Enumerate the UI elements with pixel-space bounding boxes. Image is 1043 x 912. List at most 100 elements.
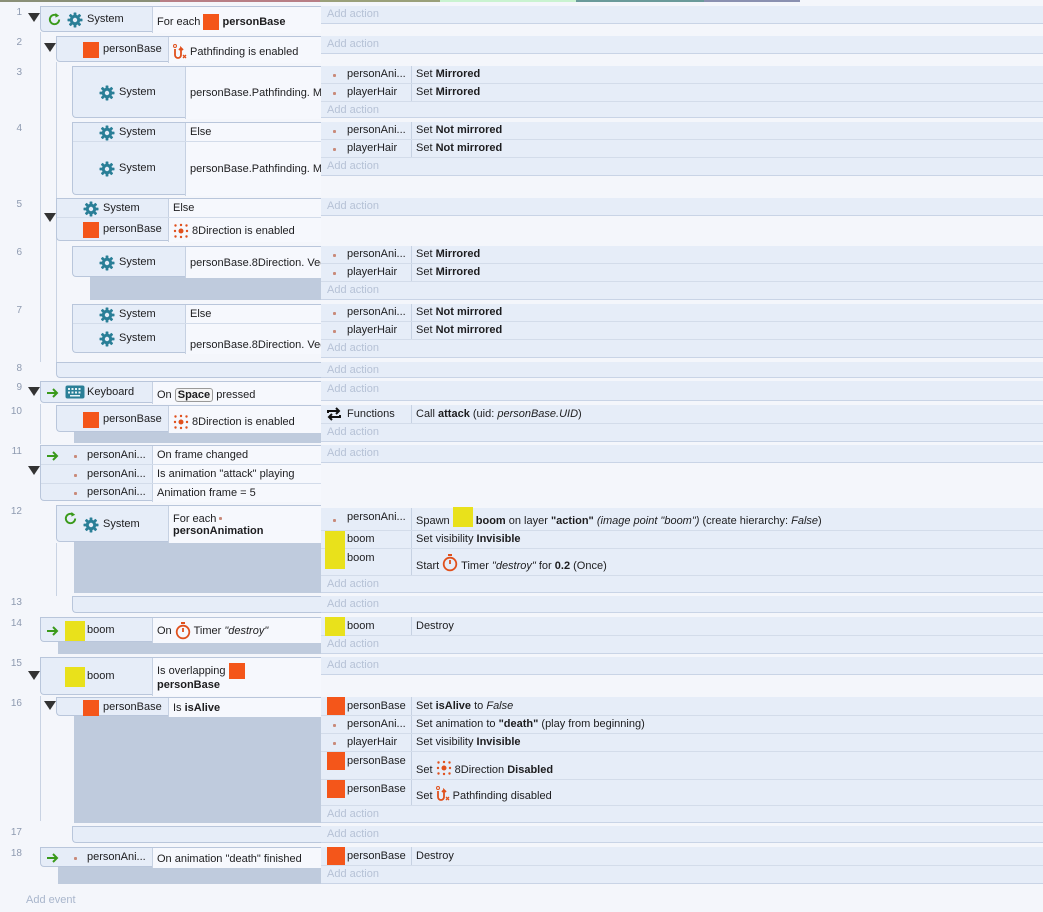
action-text[interactable]: Set visibility Invisible	[416, 734, 521, 751]
action-row[interactable]: playerHair Set visibility Invisible	[321, 734, 1043, 752]
action-row[interactable]: boom Start Timer "destroy" for 0.2 (Once)	[321, 549, 1043, 576]
condition-text[interactable]: personBase.8Direction. VectorX > 1	[185, 324, 365, 354]
action-row[interactable]: personAni... Set Mirrored	[321, 246, 1043, 264]
condition-text[interactable]: On frame changed	[152, 446, 321, 464]
action-text[interactable]: Start Timer "destroy" for 0.2 (Once)	[416, 549, 607, 575]
condition-text[interactable]: Pathfinding is enabled	[168, 37, 321, 63]
event-block[interactable]	[72, 826, 321, 843]
condition-text[interactable]: On animation "death" finished	[152, 848, 321, 868]
action-row[interactable]: personAni... Spawn boom on layer "action"…	[321, 507, 1043, 531]
action-text[interactable]: Set Not mirrored	[416, 140, 502, 157]
condition-row[interactable]: System personBase.Pathfinding. MovingAngl…	[73, 67, 533, 119]
condition-row[interactable]: System personBase.8Direction. VectorX > 1	[73, 324, 365, 354]
add-action-button[interactable]: Add action	[321, 826, 1043, 843]
action-row[interactable]: boom Set visibility Invisible	[321, 531, 1043, 551]
add-action-button[interactable]: Add action	[321, 636, 1043, 654]
event-block[interactable]: System For each personAnimation	[56, 505, 321, 543]
action-text[interactable]: Set Pathfinding disabled	[416, 780, 552, 805]
collapse-toggle[interactable]	[28, 671, 40, 680]
action-text[interactable]: Set Not mirrored	[416, 122, 502, 139]
event-block[interactable]	[72, 596, 321, 613]
add-action-button[interactable]: Add action	[321, 340, 1043, 358]
condition-row[interactable]: personBase Pathfinding is enabled	[57, 37, 321, 63]
condition-row[interactable]: personAni... Animation frame = 5	[41, 484, 321, 502]
action-text[interactable]: Set Mirrored	[416, 246, 480, 263]
condition-row[interactable]: personBase Is isAlive	[57, 698, 321, 717]
add-action-button[interactable]: Add action	[321, 198, 1043, 216]
action-row[interactable]: Functions Call attack (uid: personBase.UI…	[321, 405, 1043, 424]
condition-row[interactable]: personBase 8Direction is enabled	[57, 218, 321, 242]
event-block[interactable]: personBase Is isAlive	[56, 697, 321, 717]
add-action-button[interactable]: Add action	[321, 445, 1043, 463]
collapse-toggle[interactable]	[44, 43, 56, 52]
collapse-toggle[interactable]	[44, 213, 56, 222]
action-row[interactable]: personAni... Set Not mirrored	[321, 304, 1043, 322]
condition-text[interactable]: Is animation "attack" playing	[152, 465, 321, 483]
action-row[interactable]: personAni... Set animation to "death" (pl…	[321, 716, 1043, 734]
condition-text[interactable]: On Space pressed	[152, 382, 321, 404]
action-text[interactable]: Set Mirrored	[416, 84, 480, 101]
action-row[interactable]: boom Destroy	[321, 617, 1043, 637]
action-row[interactable]: playerHair Set Mirrored	[321, 84, 1043, 102]
condition-row[interactable]: boom On Timer "destroy"	[41, 618, 321, 643]
action-row[interactable]: personBase Set Pathfinding disabled	[321, 780, 1043, 806]
event-block[interactable]	[56, 362, 321, 378]
collapse-toggle[interactable]	[28, 466, 40, 475]
action-row[interactable]: personBase Destroy	[321, 847, 1043, 866]
condition-text[interactable]: personBase.Pathfinding. MovingAngle is b…	[185, 67, 533, 119]
add-action-button[interactable]: Add action	[321, 362, 1043, 378]
add-action-button[interactable]: Add action	[321, 576, 1043, 593]
condition-text[interactable]: For each personBase	[152, 7, 321, 33]
action-row[interactable]: playerHair Set Mirrored	[321, 264, 1043, 282]
condition-text[interactable]: Is isAlive	[168, 698, 321, 717]
collapse-toggle[interactable]	[28, 13, 40, 22]
event-block[interactable]: personAni... On animation "death" finishe…	[40, 847, 321, 868]
event-block[interactable]: System For each personBase	[40, 6, 321, 33]
event-block[interactable]: Keyboard On Space pressed	[40, 381, 321, 404]
action-text[interactable]: Set 8Direction Disabled	[416, 752, 553, 779]
condition-text[interactable]: 8Direction is enabled	[168, 218, 321, 242]
condition-text[interactable]: Else	[185, 123, 321, 141]
condition-row[interactable]: System personBase.8Direction. VectorX < -…	[73, 247, 368, 278]
action-row[interactable]: personBase Set isAlive to False	[321, 697, 1043, 716]
event-block[interactable]: System Else personBase 8Direction is enabl…	[56, 198, 321, 242]
action-text[interactable]: Set Mirrored	[416, 264, 480, 281]
action-text[interactable]: Destroy	[416, 617, 454, 635]
add-action-button[interactable]: Add action	[321, 381, 1043, 401]
add-action-button[interactable]: Add action	[321, 596, 1043, 613]
event-block[interactable]: System Else System personBase.8Direction. V…	[72, 304, 365, 354]
event-block[interactable]: boom On Timer "destroy"	[40, 617, 321, 643]
action-text[interactable]: Spawn boom on layer "action" (image poin…	[416, 507, 822, 530]
condition-row[interactable]: personAni... On animation "death" finishe…	[41, 848, 321, 868]
add-action-button[interactable]: Add action	[321, 158, 1043, 176]
condition-text[interactable]: 8Direction is enabled	[168, 406, 321, 433]
action-text[interactable]: Set Not mirrored	[416, 322, 502, 339]
action-row[interactable]: playerHair Set Not mirrored	[321, 322, 1043, 340]
action-text[interactable]: Set animation to "death" (play from begi…	[416, 716, 645, 733]
action-text[interactable]: Set isAlive to False	[416, 697, 513, 715]
action-row[interactable]: personAni... Set Mirrored	[321, 66, 1043, 84]
action-text[interactable]: Call attack (uid: personBase.UID)	[416, 405, 582, 423]
add-action-button[interactable]: Add action	[321, 6, 1043, 24]
add-action-button[interactable]: Add action	[321, 102, 1043, 118]
condition-row[interactable]: personAni... On frame changed	[41, 446, 321, 465]
condition-row[interactable]: Keyboard On Space pressed	[41, 382, 321, 404]
condition-text[interactable]: personBase.Pathfinding. MovingAngle is b…	[185, 142, 533, 196]
condition-row[interactable]: System For each personBase	[41, 7, 321, 33]
collapse-toggle[interactable]	[28, 387, 40, 396]
condition-row[interactable]: System personBase.Pathfinding. MovingAngl…	[73, 142, 533, 196]
condition-text[interactable]: Animation frame = 5	[152, 484, 321, 502]
action-text[interactable]: Set visibility Invisible	[416, 531, 521, 548]
add-event-link[interactable]: Add event	[26, 894, 76, 906]
action-text[interactable]: Set Mirrored	[416, 66, 480, 83]
condition-text[interactable]: Is overlapping personBase	[152, 658, 321, 696]
add-action-button[interactable]: Add action	[321, 866, 1043, 884]
add-action-button[interactable]: Add action	[321, 657, 1043, 675]
event-block[interactable]: personAni... On frame changed personAni...…	[40, 445, 321, 502]
condition-row[interactable]: boom Is overlapping personBase	[41, 658, 321, 696]
condition-text[interactable]: Else	[168, 199, 321, 217]
add-action-button[interactable]: Add action	[321, 424, 1043, 442]
condition-row[interactable]: System Else	[57, 199, 321, 218]
condition-row[interactable]: personAni... Is animation "attack" playin…	[41, 465, 321, 484]
condition-text[interactable]: On Timer "destroy"	[152, 618, 321, 643]
